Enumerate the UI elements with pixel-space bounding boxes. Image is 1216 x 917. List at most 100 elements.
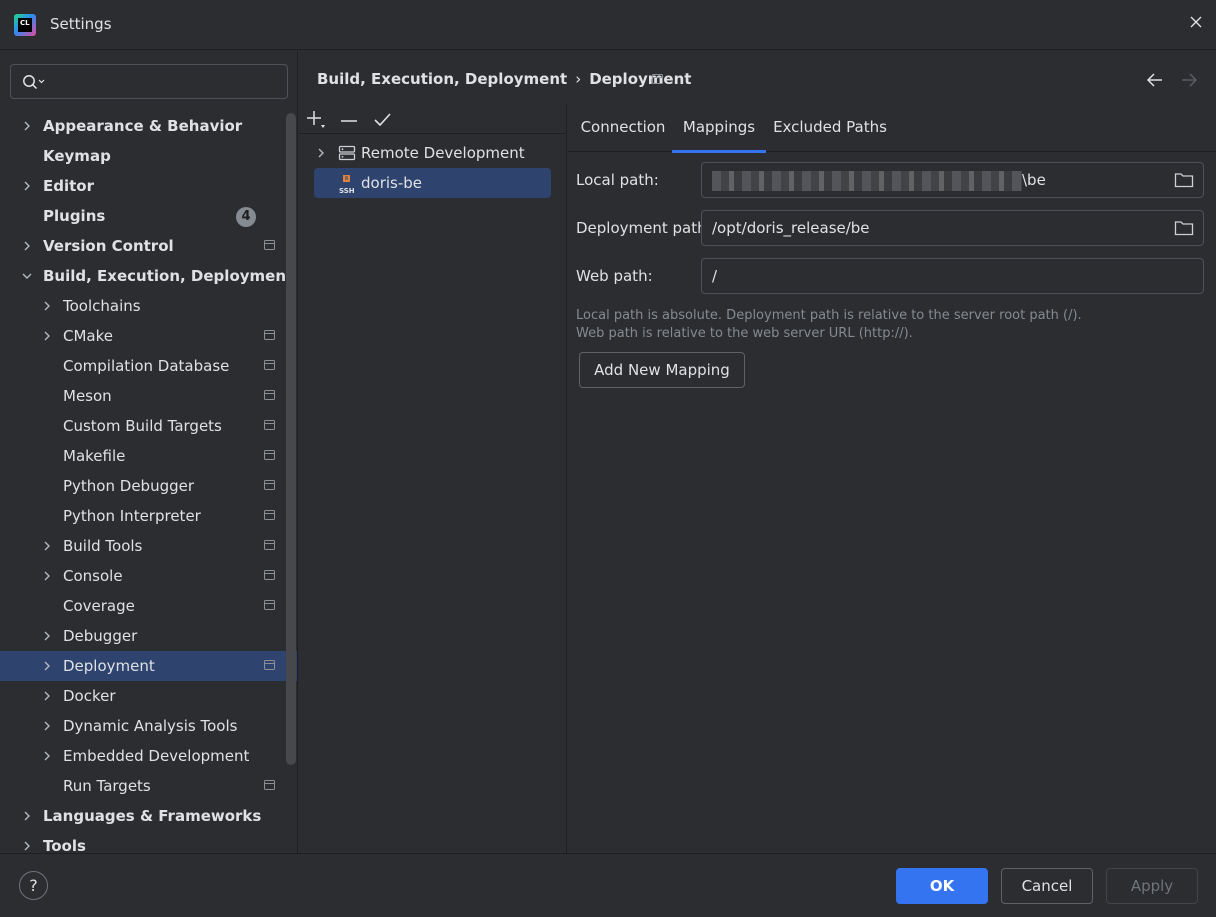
breadcrumb-separator: ›	[575, 70, 582, 88]
sidebar-item-meson[interactable]: Meson	[0, 381, 297, 411]
forward-arrow-icon[interactable]	[1180, 72, 1198, 92]
sidebar-item-label: Version Control	[43, 237, 174, 255]
web-path-value: /	[712, 267, 718, 285]
chevron-right-icon[interactable]	[42, 661, 52, 671]
sidebar-item-label: Toolchains	[63, 297, 141, 315]
sidebar-item-console[interactable]: Console	[0, 561, 297, 591]
chevron-right-icon[interactable]	[42, 631, 52, 641]
server-list-toolbar	[299, 104, 567, 134]
deployment-config-panel: Connection Mappings Excluded Paths Local…	[568, 104, 1216, 853]
apply-button[interactable]: Apply	[1106, 868, 1198, 904]
cancel-button[interactable]: Cancel	[1001, 868, 1093, 904]
sidebar-item-keymap[interactable]: Keymap	[0, 141, 297, 171]
chevron-right-icon[interactable]	[22, 181, 32, 191]
chevron-right-icon[interactable]	[42, 331, 52, 341]
sidebar-item-deployment[interactable]: Deployment	[0, 651, 297, 681]
back-arrow-icon[interactable]	[1146, 72, 1164, 92]
sidebar-item-label: Plugins	[43, 207, 106, 225]
sidebar-item-build-execution-deployment[interactable]: Build, Execution, Deployment	[0, 261, 297, 291]
project-level-icon	[264, 780, 275, 790]
project-level-icon	[264, 570, 275, 580]
chevron-right-icon[interactable]	[42, 571, 52, 581]
sidebar-item-makefile[interactable]: Makefile	[0, 441, 297, 471]
project-level-icon	[264, 330, 275, 340]
sidebar-item-tools[interactable]: Tools	[0, 831, 297, 853]
search-input[interactable]	[10, 64, 288, 99]
project-level-icon	[264, 600, 275, 610]
project-level-icon	[264, 360, 275, 370]
project-level-icon	[264, 510, 275, 520]
web-path-field[interactable]: /	[701, 258, 1204, 294]
sidebar-item-compilation-database[interactable]: Compilation Database	[0, 351, 297, 381]
sidebar-item-label: Keymap	[43, 147, 111, 165]
server-item-doris-be[interactable]: SSH doris-be	[314, 168, 551, 198]
updates-count-badge: 4	[236, 207, 256, 227]
chevron-right-icon[interactable]	[22, 811, 32, 821]
svg-text:SSH: SSH	[339, 187, 355, 195]
web-path-label: Web path:	[576, 267, 653, 285]
sidebar-item-version-control[interactable]: Version Control	[0, 231, 297, 261]
sidebar-item-cmake[interactable]: CMake	[0, 321, 297, 351]
sidebar-item-appearance-behavior[interactable]: Appearance & Behavior	[0, 111, 297, 141]
sidebar-item-label: Embedded Development	[63, 747, 250, 765]
sidebar-item-label: Docker	[63, 687, 116, 705]
chevron-down-icon[interactable]	[22, 271, 32, 281]
help-button[interactable]: ?	[19, 871, 48, 900]
sidebar-item-coverage[interactable]: Coverage	[0, 591, 297, 621]
add-server-icon[interactable]	[305, 108, 327, 130]
breadcrumb-parent[interactable]: Build, Execution, Deployment	[317, 70, 567, 88]
sidebar-item-editor[interactable]: Editor	[0, 171, 297, 201]
set-default-check-icon[interactable]	[372, 108, 394, 130]
project-level-icon	[264, 390, 275, 400]
sidebar-item-custom-build-targets[interactable]: Custom Build Targets	[0, 411, 297, 441]
sidebar-scrollbar[interactable]	[286, 113, 296, 765]
ok-button[interactable]: OK	[896, 868, 988, 904]
local-path-label: Local path:	[576, 171, 659, 189]
dialog-footer: ? OK Cancel Apply	[0, 853, 1216, 917]
sidebar-item-debugger[interactable]: Debugger	[0, 621, 297, 651]
chevron-right-icon[interactable]	[42, 751, 52, 761]
sidebar-item-label: Deployment	[63, 657, 155, 675]
chevron-right-icon[interactable]	[22, 121, 32, 131]
chevron-right-icon[interactable]	[42, 301, 52, 311]
search-icon	[23, 75, 45, 90]
server-group-remote-development[interactable]: Remote Development	[314, 138, 551, 168]
sidebar-item-run-targets[interactable]: Run Targets	[0, 771, 297, 801]
sidebar-item-build-tools[interactable]: Build Tools	[0, 531, 297, 561]
chevron-right-icon[interactable]	[42, 541, 52, 551]
close-icon[interactable]	[1186, 14, 1206, 34]
remove-server-icon[interactable]	[338, 108, 360, 130]
folder-icon[interactable]	[1174, 171, 1194, 189]
sidebar-item-dynamic-analysis-tools[interactable]: Dynamic Analysis Tools	[0, 711, 297, 741]
project-level-icon	[264, 480, 275, 490]
sidebar-item-docker[interactable]: Docker	[0, 681, 297, 711]
deployment-path-value: /opt/doris_release/be	[712, 219, 870, 237]
sidebar-item-plugins[interactable]: Plugins 4	[0, 201, 297, 231]
sidebar-item-label: Makefile	[63, 447, 126, 465]
project-level-icon	[264, 540, 275, 550]
tab-excluded-paths[interactable]: Excluded Paths	[768, 104, 892, 152]
sidebar-item-embedded-development[interactable]: Embedded Development	[0, 741, 297, 771]
chevron-right-icon[interactable]	[42, 721, 52, 731]
chevron-right-icon[interactable]	[22, 241, 32, 251]
folder-icon[interactable]	[1174, 219, 1194, 237]
chevron-right-icon[interactable]	[42, 691, 52, 701]
sidebar-item-languages-frameworks[interactable]: Languages & Frameworks	[0, 801, 297, 831]
sidebar-item-toolchains[interactable]: Toolchains	[0, 291, 297, 321]
add-new-mapping-button[interactable]: Add New Mapping	[579, 352, 745, 388]
sidebar-item-label: Languages & Frameworks	[43, 807, 262, 825]
sidebar-item-label: Python Debugger	[63, 477, 195, 495]
server-item-label: doris-be	[361, 174, 423, 192]
sidebar-item-python-debugger[interactable]: Python Debugger	[0, 471, 297, 501]
tab-connection[interactable]: Connection	[572, 104, 674, 152]
sidebar-item-label: Debugger	[63, 627, 138, 645]
redacted-text	[712, 170, 1022, 191]
tab-mappings[interactable]: Mappings	[672, 104, 766, 153]
deployment-path-field[interactable]: /opt/doris_release/be	[701, 210, 1204, 246]
settings-sidebar: Appearance & Behavior Keymap Editor Plugins…	[0, 51, 298, 853]
config-tabs: Connection Mappings Excluded Paths	[568, 104, 1216, 153]
chevron-right-icon[interactable]	[316, 148, 326, 158]
local-path-field[interactable]: \be	[701, 162, 1204, 198]
chevron-right-icon[interactable]	[22, 841, 32, 851]
sidebar-item-python-interpreter[interactable]: Python Interpreter	[0, 501, 297, 531]
